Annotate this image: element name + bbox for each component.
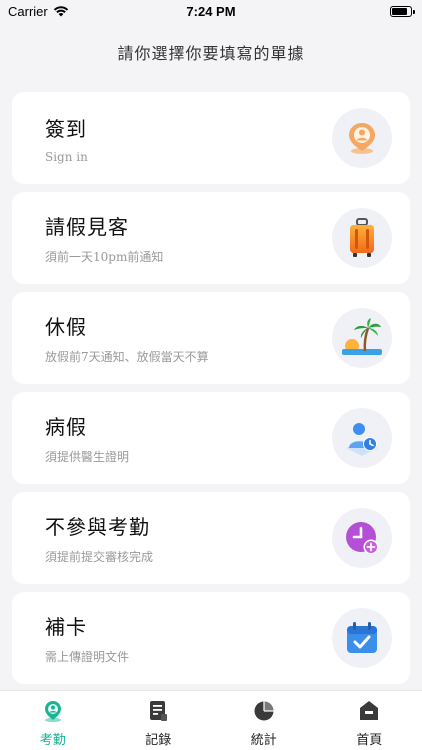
card-text: 病假 須提供醫生證明 — [45, 411, 129, 465]
location-pin-icon — [44, 701, 61, 723]
card-title: 簽到 — [45, 116, 87, 141]
tab-label: 考勤 — [39, 733, 66, 748]
card-subtitle: 須提前提交審核完成 — [45, 550, 154, 564]
document-icon — [150, 701, 168, 721]
card-icon-circle — [332, 608, 392, 668]
tab-label: 首頁 — [356, 733, 383, 748]
card-title: 病假 — [45, 415, 87, 439]
location-pin-icon — [349, 123, 375, 154]
card-icon-circle — [332, 108, 392, 168]
card-sick-leave[interactable]: 病假 須提供醫生證明 — [12, 392, 410, 484]
card-text: 請假見客 須前一天10pm前通知 — [45, 211, 163, 265]
card-text: 不參與考勤 須提前提交審核完成 — [45, 511, 153, 565]
pie-chart-icon — [254, 701, 274, 721]
battery-fill — [392, 7, 408, 15]
card-sign-in[interactable]: 簽到 Sign in — [12, 92, 410, 184]
card-text: 簽到 Sign in — [45, 113, 88, 164]
tab-records[interactable]: 記錄 — [106, 691, 212, 750]
card-icon-circle — [332, 308, 392, 368]
carrier-label: Carrier — [8, 3, 48, 19]
card-punch-fix[interactable]: 補卡 需上傳證明文件 — [12, 592, 410, 684]
user-clock-icon — [346, 423, 378, 456]
card-title: 不參與考勤 — [45, 515, 150, 539]
card-subtitle: 須前一天10pm前通知 — [45, 250, 164, 264]
tab-home[interactable]: 首頁 — [317, 691, 422, 750]
battery-icon — [390, 5, 415, 17]
suitcase-icon — [350, 218, 374, 257]
card-icon-circle — [332, 508, 392, 568]
card-subtitle: Sign in — [45, 149, 88, 164]
card-title: 請假見客 — [45, 215, 129, 239]
tab-label: 記錄 — [145, 733, 172, 748]
card-icon-circle — [332, 208, 392, 268]
status-left: Carrier — [8, 4, 69, 19]
card-leave-guest[interactable]: 請假見客 須前一天10pm前通知 — [12, 192, 410, 284]
tab-label: 統計 — [250, 733, 277, 748]
card-title: 補卡 — [45, 615, 87, 639]
card-no-attendance[interactable]: 不參與考勤 須提前提交審核完成 — [12, 492, 410, 584]
tab-attendance[interactable]: 考勤 — [0, 691, 106, 750]
wifi-icon — [53, 6, 68, 17]
tab-bar: 考勤 記錄 統計 首頁 — [0, 690, 422, 750]
beach-palm-icon — [342, 318, 382, 355]
status-bar: Carrier 7:24 PM — [0, 0, 422, 22]
tab-statistics[interactable]: 統計 — [211, 691, 317, 750]
clock-plus-icon — [346, 522, 379, 555]
card-subtitle: 放假前7天通知、放假當天不算 — [45, 350, 209, 364]
card-vacation[interactable]: 休假 放假前7天通知、放假當天不算 — [12, 292, 410, 384]
card-subtitle: 須提供醫生證明 — [45, 450, 130, 464]
card-subtitle: 需上傳證明文件 — [45, 650, 130, 664]
card-title: 休假 — [45, 315, 87, 339]
card-text: 休假 放假前7天通知、放假當天不算 — [45, 311, 209, 365]
calendar-check-icon — [347, 622, 377, 653]
card-icon-circle — [332, 408, 392, 468]
card-text: 補卡 需上傳證明文件 — [45, 611, 129, 665]
home-icon — [360, 701, 379, 720]
form-type-list: 簽到 Sign in 請假見客 須前一天10pm前通知 休假 放假前7天通知、放… — [12, 92, 410, 692]
page-title: 請你選擇你要填寫的單據 — [117, 44, 305, 63]
